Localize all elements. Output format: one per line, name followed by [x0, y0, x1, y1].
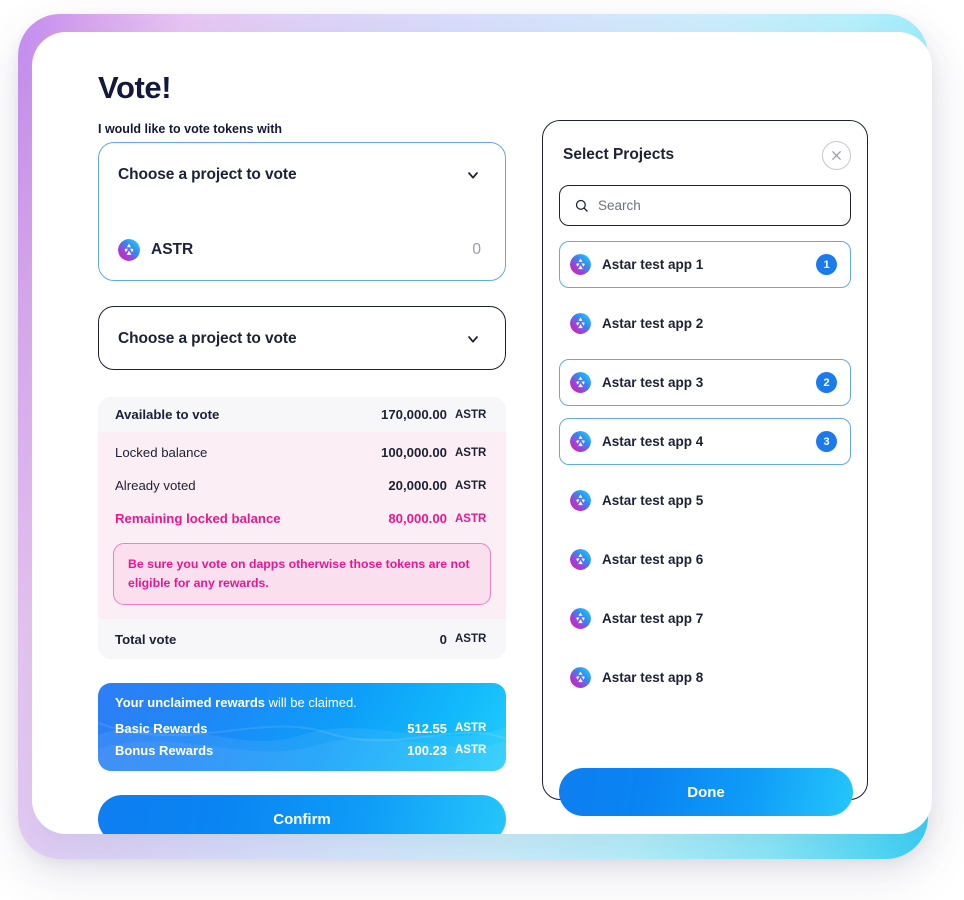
- rewards-headline: Your unclaimed rewards will be claimed.: [115, 695, 489, 710]
- project-list-item[interactable]: Astar test app 8: [559, 654, 851, 701]
- project-order-badge: 3: [816, 431, 837, 452]
- remaining-locked-balance-unit: ASTR: [455, 512, 487, 525]
- already-voted-row: Already voted 20,000.00 ASTR: [98, 469, 506, 502]
- chevron-down-icon: [468, 172, 478, 179]
- project-name: Astar test app 5: [602, 493, 704, 508]
- project-list-item[interactable]: Astar test app 4 3: [559, 418, 851, 465]
- locked-balance-section: Locked balance 100,000.00 ASTR Already v…: [98, 432, 506, 620]
- astar-project-icon: [570, 667, 591, 688]
- project-name: Astar test app 2: [602, 316, 704, 331]
- astar-project-icon: [570, 490, 591, 511]
- select-projects-panel: Select Projects Astar test app 11Astar t…: [542, 120, 868, 816]
- balance-summary: Available to vote 170,000.00 ASTR Locked…: [98, 397, 506, 660]
- project-list-item[interactable]: Astar test app 5: [559, 477, 851, 524]
- project-order-badge: 1: [816, 254, 837, 275]
- project-select-primary[interactable]: Choose a project to vote ASTR 0: [98, 142, 506, 281]
- project-name: Astar test app 1: [602, 257, 704, 272]
- unclaimed-rewards-banner: Your unclaimed rewards will be claimed. …: [98, 683, 506, 772]
- locked-balance-row: Locked balance 100,000.00 ASTR: [98, 436, 506, 469]
- basic-rewards-unit: ASTR: [455, 722, 487, 735]
- total-vote-label: Total vote: [115, 631, 177, 647]
- available-to-vote-value: 170,000.00: [380, 407, 447, 422]
- project-list-item[interactable]: Astar test app 1 1: [559, 241, 851, 288]
- already-voted-value: 20,000.00: [388, 478, 447, 493]
- project-name: Astar test app 3: [602, 375, 704, 390]
- available-to-vote-unit: ASTR: [455, 408, 487, 421]
- vote-warning-message: Be sure you vote on dapps otherwise thos…: [113, 543, 491, 606]
- vote-card: Vote! I would like to vote tokens with C…: [32, 32, 932, 834]
- project-select-secondary-row[interactable]: Choose a project to vote: [99, 307, 505, 371]
- project-name: Astar test app 6: [602, 552, 704, 567]
- project-select-secondary[interactable]: Choose a project to vote: [98, 306, 506, 370]
- confirm-button[interactable]: Confirm: [98, 795, 506, 834]
- token-amount: 0: [472, 241, 481, 258]
- vote-form-column: Choose a project to vote ASTR 0 Choose a…: [98, 142, 506, 834]
- locked-balance-value: 100,000.00: [380, 445, 447, 460]
- astar-project-icon: [570, 254, 591, 275]
- close-icon: [832, 150, 841, 160]
- project-name: Astar test app 8: [602, 670, 704, 685]
- total-vote-row: Total vote 0 ASTR: [98, 619, 506, 660]
- bonus-rewards-value: 100.23: [407, 742, 447, 758]
- basic-rewards-label: Basic Rewards: [115, 720, 208, 736]
- astar-project-icon: [570, 372, 591, 393]
- available-to-vote-label: Available to vote: [115, 407, 220, 422]
- project-name: Astar test app 7: [602, 611, 704, 626]
- project-order-badge: 2: [816, 372, 837, 393]
- astar-project-icon: [570, 608, 591, 629]
- total-vote-value: 0: [439, 631, 447, 647]
- astar-project-icon: [570, 549, 591, 570]
- remaining-locked-balance-value: 80,000.00: [388, 511, 447, 526]
- total-vote-unit: ASTR: [455, 633, 487, 646]
- bonus-rewards-row: Bonus Rewards 100.23 ASTR: [115, 739, 489, 761]
- astar-project-icon: [570, 431, 591, 452]
- token-balance-row: ASTR 0: [99, 221, 505, 279]
- token-symbol: ASTR: [151, 241, 194, 258]
- project-list-item[interactable]: Astar test app 6: [559, 536, 851, 583]
- panel-header: Select Projects: [559, 139, 851, 171]
- already-voted-label: Already voted: [115, 478, 196, 493]
- basic-rewards-value: 512.55: [407, 720, 447, 736]
- rewards-headline-bold: Your unclaimed rewards: [115, 695, 266, 711]
- page-title: Vote!: [98, 70, 172, 105]
- project-select-primary-label: Choose a project to vote: [118, 166, 297, 183]
- project-list-item[interactable]: Astar test app 2: [559, 300, 851, 347]
- panel-title: Select Projects: [563, 146, 675, 163]
- remaining-locked-balance-label: Remaining locked balance: [115, 511, 281, 526]
- astar-project-icon: [570, 313, 591, 334]
- remaining-locked-balance-row: Remaining locked balance 80,000.00 ASTR: [98, 502, 506, 535]
- locked-balance-unit: ASTR: [455, 446, 487, 459]
- rewards-headline-rest: will be claimed.: [265, 695, 357, 711]
- available-to-vote-row: Available to vote 170,000.00 ASTR: [98, 397, 506, 432]
- search-icon: [575, 199, 588, 212]
- chevron-down-icon: [468, 336, 478, 343]
- already-voted-unit: ASTR: [455, 479, 487, 492]
- project-list[interactable]: Astar test app 1 1 Astar test app 2 Astar t…: [559, 241, 851, 762]
- search-input[interactable]: [598, 198, 836, 213]
- search-box[interactable]: [559, 185, 851, 226]
- basic-rewards-row: Basic Rewards 512.55 ASTR: [115, 717, 489, 739]
- close-panel-button[interactable]: [822, 140, 851, 170]
- project-select-primary-row[interactable]: Choose a project to vote: [99, 143, 505, 207]
- bonus-rewards-label: Bonus Rewards: [115, 742, 214, 758]
- bonus-rewards-unit: ASTR: [455, 744, 487, 757]
- project-name: Astar test app 4: [602, 434, 704, 449]
- astar-token-icon: [118, 239, 140, 261]
- page-subtitle: I would like to vote tokens with: [98, 122, 283, 136]
- project-list-item[interactable]: Astar test app 3 2: [559, 359, 851, 406]
- project-select-secondary-label: Choose a project to vote: [118, 330, 297, 347]
- project-list-item[interactable]: Astar test app 7: [559, 595, 851, 642]
- locked-balance-label: Locked balance: [115, 445, 208, 460]
- done-button[interactable]: Done: [559, 768, 853, 816]
